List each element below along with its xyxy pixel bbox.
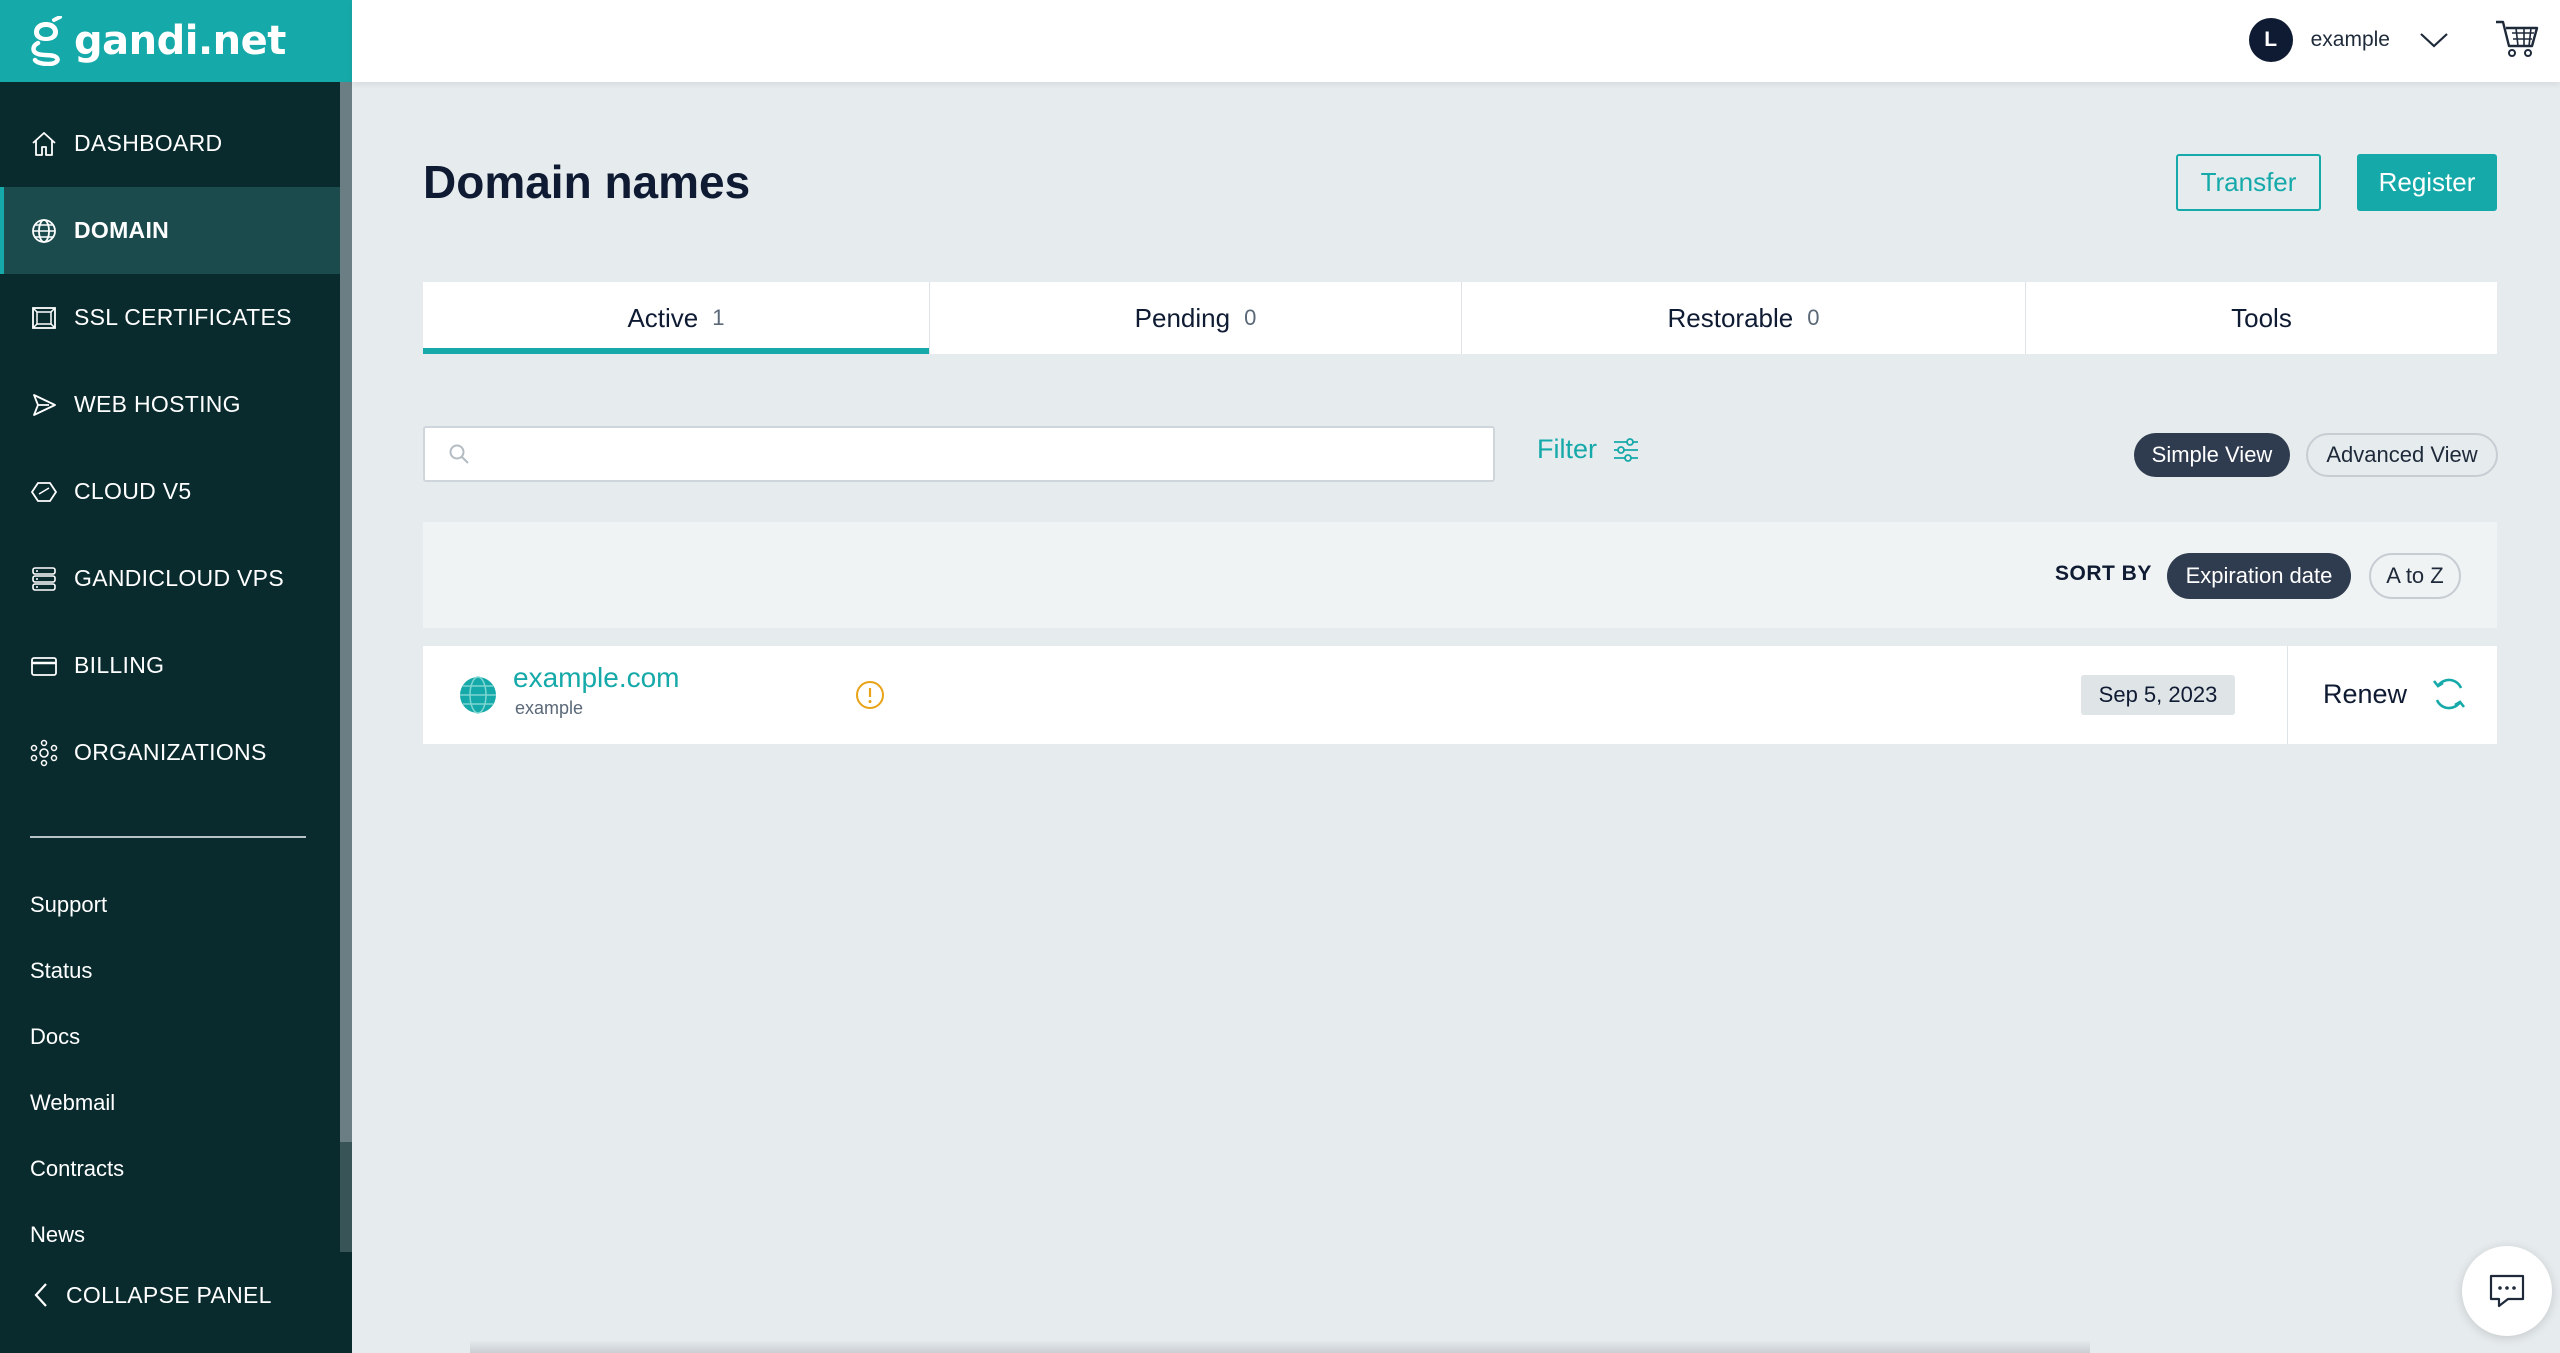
search-input[interactable] — [485, 436, 1475, 472]
sidebar-nav: DASHBOARD DOMAIN SSL CERTIFICATES WEB HO… — [0, 100, 340, 796]
username: example — [2310, 28, 2390, 51]
tab-label: Tools — [2231, 302, 2292, 333]
collapse-panel-button[interactable]: COLLAPSE PANEL — [30, 1280, 272, 1310]
globe-icon — [460, 676, 496, 714]
sidebar-item-organizations[interactable]: ORGANIZATIONS — [0, 709, 340, 796]
globe-icon — [28, 215, 60, 247]
brand-name: gandi.net — [74, 18, 286, 64]
domain-name-link[interactable]: example.com — [513, 662, 680, 694]
sidebar-link-contracts[interactable]: Contracts — [30, 1136, 124, 1202]
filter-label: Filter — [1537, 434, 1597, 464]
sidebar-link-webmail[interactable]: Webmail — [30, 1070, 124, 1136]
sidebar-link-support[interactable]: Support — [30, 872, 124, 938]
sidebar-item-label: CLOUD V5 — [74, 478, 192, 504]
avatar: L — [2248, 18, 2293, 62]
topbar: L example — [352, 0, 2560, 82]
tab-pending[interactable]: Pending 0 — [930, 282, 1462, 354]
expiration-date-badge: Sep 5, 2023 — [2081, 675, 2235, 715]
advanced-view-button[interactable]: Advanced View — [2306, 433, 2498, 477]
credit-card-icon — [28, 650, 60, 682]
warning-icon[interactable] — [855, 680, 885, 710]
sort-expiration-date-button[interactable]: Expiration date — [2167, 553, 2351, 599]
search-icon — [449, 444, 469, 464]
row-divider — [2287, 646, 2288, 744]
sidebar-item-label: ORGANIZATIONS — [74, 739, 267, 765]
sidebar-item-billing[interactable]: BILLING — [0, 622, 340, 709]
sidebar-item-ssl-certificates[interactable]: SSL CERTIFICATES — [0, 274, 340, 361]
cloud-hexagon-icon — [28, 476, 60, 508]
domain-owner: example — [515, 698, 584, 718]
sidebar-item-label: BILLING — [74, 652, 165, 678]
sidebar-divider — [30, 836, 306, 838]
tab-tools[interactable]: Tools — [2026, 282, 2497, 354]
sidebar-item-domain[interactable]: DOMAIN — [0, 187, 340, 274]
cart-icon[interactable] — [2494, 16, 2540, 60]
sidebar-scrollbar-thumb[interactable] — [340, 82, 352, 1142]
sidebar-item-label: DOMAIN — [74, 217, 170, 243]
transfer-button[interactable]: Transfer — [2176, 154, 2321, 211]
collapse-panel-label: COLLAPSE PANEL — [66, 1281, 272, 1308]
sidebar-item-label: WEB HOSTING — [74, 391, 241, 417]
chevron-down-icon[interactable] — [2418, 30, 2450, 50]
sidebar-item-label: SSL CERTIFICATES — [74, 304, 292, 330]
tab-count: 0 — [1244, 305, 1257, 330]
sidebar-link-status[interactable]: Status — [30, 938, 124, 1004]
certificate-icon — [28, 302, 60, 334]
renew-label: Renew — [2323, 678, 2408, 709]
tab-label: Restorable — [1667, 302, 1794, 333]
register-button[interactable]: Register — [2357, 154, 2497, 211]
sidebar-link-news[interactable]: News — [30, 1202, 124, 1268]
chevron-left-icon — [34, 1283, 47, 1307]
gandi-logo-icon — [31, 16, 62, 66]
sidebar-item-label: DASHBOARD — [74, 130, 223, 156]
domain-tabs: Active 1 Pending 0 Restorable 0 Tools — [423, 282, 2497, 354]
bottom-scroll-shadow — [470, 1340, 2090, 1353]
tab-restorable[interactable]: Restorable 0 — [1462, 282, 2026, 354]
tab-active[interactable]: Active 1 — [423, 282, 930, 354]
sidebar-item-web-hosting[interactable]: WEB HOSTING — [0, 361, 340, 448]
tab-count: 0 — [1807, 305, 1820, 330]
home-icon — [28, 128, 60, 160]
sidebar-item-label: GANDICLOUD VPS — [74, 565, 284, 591]
tab-label: Active — [627, 302, 699, 333]
sidebar: gandi.net DASHBOARD DOMAIN SSL CERTIFICA… — [0, 0, 352, 1353]
tab-count: 1 — [712, 305, 725, 330]
sidebar-item-dashboard[interactable]: DASHBOARD — [0, 100, 340, 187]
user-menu[interactable]: L example — [2248, 18, 2450, 62]
chat-bubble-icon — [2489, 1274, 2525, 1308]
simple-view-button[interactable]: Simple View — [2134, 433, 2290, 477]
chat-button[interactable] — [2462, 1246, 2552, 1336]
renew-button[interactable]: Renew — [2323, 674, 2469, 714]
server-stack-icon — [28, 563, 60, 595]
refresh-icon — [2433, 678, 2466, 710]
send-icon — [28, 389, 60, 421]
sidebar-links: Support Status Docs Webmail Contracts Ne… — [30, 872, 124, 1268]
brand-header[interactable]: gandi.net — [0, 0, 352, 82]
sliders-icon — [1614, 437, 1638, 462]
page-title: Domain names — [423, 156, 751, 208]
filter-button[interactable]: Filter — [1537, 434, 1641, 465]
sort-bar: SORT BY Expiration date A to Z — [423, 522, 2497, 628]
organization-icon — [28, 737, 60, 769]
sidebar-item-cloud-v5[interactable]: CLOUD V5 — [0, 448, 340, 535]
tab-label: Pending — [1134, 302, 1231, 333]
domain-row[interactable]: example.com example Sep 5, 2023 Renew — [423, 646, 2497, 744]
sidebar-item-gandicloud-vps[interactable]: GANDICLOUD VPS — [0, 535, 340, 622]
sort-a-to-z-button[interactable]: A to Z — [2369, 553, 2461, 599]
sort-by-label: SORT BY — [2055, 562, 2152, 585]
domain-search — [423, 426, 1495, 482]
sidebar-link-docs[interactable]: Docs — [30, 1004, 124, 1070]
